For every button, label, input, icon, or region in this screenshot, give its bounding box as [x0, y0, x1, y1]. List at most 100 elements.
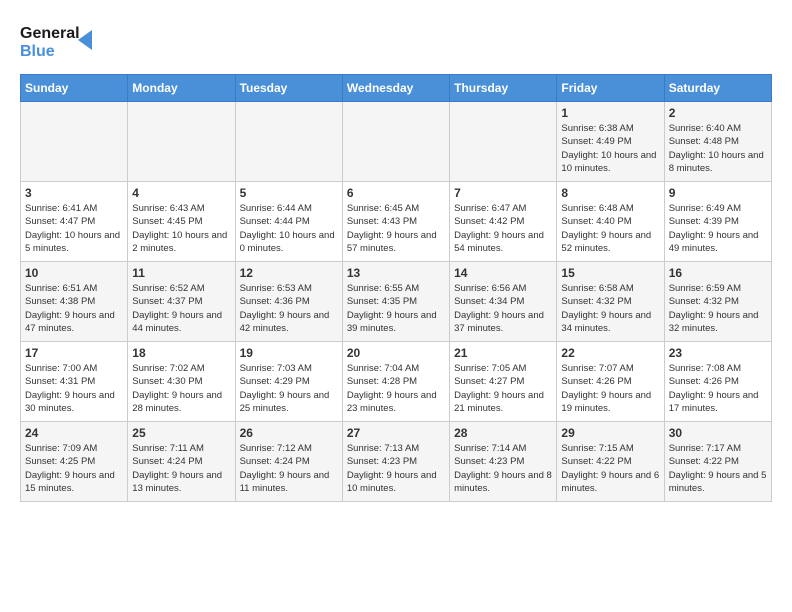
day-number: 18 — [132, 346, 230, 360]
day-info: Sunrise: 7:00 AM Sunset: 4:31 PM Dayligh… — [25, 362, 123, 415]
day-info: Sunrise: 6:56 AM Sunset: 4:34 PM Dayligh… — [454, 282, 552, 335]
calendar-cell: 5 Sunrise: 6:44 AM Sunset: 4:44 PM Daylig… — [235, 182, 342, 262]
day-header-monday: Monday — [128, 75, 235, 102]
calendar-table: SundayMondayTuesdayWednesdayThursdayFrid… — [20, 74, 772, 502]
day-info: Sunrise: 7:14 AM Sunset: 4:23 PM Dayligh… — [454, 442, 552, 495]
day-number: 21 — [454, 346, 552, 360]
day-header-wednesday: Wednesday — [342, 75, 449, 102]
calendar-cell: 21 Sunrise: 7:05 AM Sunset: 4:27 PM Dayli… — [450, 342, 557, 422]
day-info: Sunrise: 6:52 AM Sunset: 4:37 PM Dayligh… — [132, 282, 230, 335]
day-number: 26 — [240, 426, 338, 440]
day-number: 19 — [240, 346, 338, 360]
day-info: Sunrise: 7:12 AM Sunset: 4:24 PM Dayligh… — [240, 442, 338, 495]
day-number: 9 — [669, 186, 767, 200]
day-number: 1 — [561, 106, 659, 120]
svg-text:Blue: Blue — [20, 43, 55, 60]
day-number: 24 — [25, 426, 123, 440]
day-number: 5 — [240, 186, 338, 200]
day-number: 17 — [25, 346, 123, 360]
calendar-cell: 9 Sunrise: 6:49 AM Sunset: 4:39 PM Daylig… — [664, 182, 771, 262]
calendar-week-4: 17 Sunrise: 7:00 AM Sunset: 4:31 PM Dayli… — [21, 342, 772, 422]
header-row: SundayMondayTuesdayWednesdayThursdayFrid… — [21, 75, 772, 102]
day-number: 7 — [454, 186, 552, 200]
day-info: Sunrise: 6:51 AM Sunset: 4:38 PM Dayligh… — [25, 282, 123, 335]
calendar-cell: 20 Sunrise: 7:04 AM Sunset: 4:28 PM Dayli… — [342, 342, 449, 422]
calendar-cell: 24 Sunrise: 7:09 AM Sunset: 4:25 PM Dayli… — [21, 422, 128, 502]
calendar-cell: 19 Sunrise: 7:03 AM Sunset: 4:29 PM Dayli… — [235, 342, 342, 422]
day-info: Sunrise: 6:53 AM Sunset: 4:36 PM Dayligh… — [240, 282, 338, 335]
day-info: Sunrise: 6:38 AM Sunset: 4:49 PM Dayligh… — [561, 122, 659, 175]
day-info: Sunrise: 6:58 AM Sunset: 4:32 PM Dayligh… — [561, 282, 659, 335]
day-number: 3 — [25, 186, 123, 200]
logo-svg: GeneralBlue — [20, 20, 100, 64]
day-number: 13 — [347, 266, 445, 280]
day-number: 15 — [561, 266, 659, 280]
day-number: 14 — [454, 266, 552, 280]
calendar-cell: 11 Sunrise: 6:52 AM Sunset: 4:37 PM Dayli… — [128, 262, 235, 342]
calendar-cell: 12Sunrise: 6:53 AM Sunset: 4:36 PM Dayli… — [235, 262, 342, 342]
day-number: 11 — [132, 266, 230, 280]
calendar-cell: 26 Sunrise: 7:12 AM Sunset: 4:24 PM Dayli… — [235, 422, 342, 502]
day-info: Sunrise: 7:11 AM Sunset: 4:24 PM Dayligh… — [132, 442, 230, 495]
day-header-sunday: Sunday — [21, 75, 128, 102]
calendar-cell — [235, 102, 342, 182]
day-info: Sunrise: 6:47 AM Sunset: 4:42 PM Dayligh… — [454, 202, 552, 255]
day-header-tuesday: Tuesday — [235, 75, 342, 102]
day-number: 22 — [561, 346, 659, 360]
calendar-cell: 13 Sunrise: 6:55 AM Sunset: 4:35 PM Dayli… — [342, 262, 449, 342]
day-header-thursday: Thursday — [450, 75, 557, 102]
calendar-cell — [21, 102, 128, 182]
day-number: 6 — [347, 186, 445, 200]
svg-text:General: General — [20, 25, 80, 42]
day-info: Sunrise: 6:59 AM Sunset: 4:32 PM Dayligh… — [669, 282, 767, 335]
calendar-cell — [128, 102, 235, 182]
day-number: 20 — [347, 346, 445, 360]
day-header-friday: Friday — [557, 75, 664, 102]
day-number: 4 — [132, 186, 230, 200]
day-number: 2 — [669, 106, 767, 120]
logo: GeneralBlue — [20, 20, 100, 64]
day-info: Sunrise: 7:03 AM Sunset: 4:29 PM Dayligh… — [240, 362, 338, 415]
day-number: 16 — [669, 266, 767, 280]
day-info: Sunrise: 7:13 AM Sunset: 4:23 PM Dayligh… — [347, 442, 445, 495]
day-info: Sunrise: 6:41 AM Sunset: 4:47 PM Dayligh… — [25, 202, 123, 255]
day-info: Sunrise: 7:17 AM Sunset: 4:22 PM Dayligh… — [669, 442, 767, 495]
calendar-cell: 6Sunrise: 6:45 AM Sunset: 4:43 PM Daylig… — [342, 182, 449, 262]
day-info: Sunrise: 6:43 AM Sunset: 4:45 PM Dayligh… — [132, 202, 230, 255]
day-number: 28 — [454, 426, 552, 440]
calendar-week-3: 10 Sunrise: 6:51 AM Sunset: 4:38 PM Dayli… — [21, 262, 772, 342]
day-info: Sunrise: 7:09 AM Sunset: 4:25 PM Dayligh… — [25, 442, 123, 495]
day-header-saturday: Saturday — [664, 75, 771, 102]
calendar-week-1: 1 Sunrise: 6:38 AM Sunset: 4:49 PM Daylig… — [21, 102, 772, 182]
calendar-cell: 2 Sunrise: 6:40 AM Sunset: 4:48 PM Daylig… — [664, 102, 771, 182]
day-info: Sunrise: 6:40 AM Sunset: 4:48 PM Dayligh… — [669, 122, 767, 175]
day-number: 23 — [669, 346, 767, 360]
calendar-week-2: 3 Sunrise: 6:41 AM Sunset: 4:47 PM Daylig… — [21, 182, 772, 262]
calendar-cell: 15 Sunrise: 6:58 AM Sunset: 4:32 PM Dayli… — [557, 262, 664, 342]
calendar-week-5: 24 Sunrise: 7:09 AM Sunset: 4:25 PM Dayli… — [21, 422, 772, 502]
day-info: Sunrise: 7:04 AM Sunset: 4:28 PM Dayligh… — [347, 362, 445, 415]
calendar-cell: 23 Sunrise: 7:08 AM Sunset: 4:26 PM Dayli… — [664, 342, 771, 422]
day-info: Sunrise: 7:05 AM Sunset: 4:27 PM Dayligh… — [454, 362, 552, 415]
calendar-cell: 22Sunrise: 7:07 AM Sunset: 4:26 PM Dayli… — [557, 342, 664, 422]
calendar-cell: 27Sunrise: 7:13 AM Sunset: 4:23 PM Dayli… — [342, 422, 449, 502]
header: GeneralBlue — [20, 20, 772, 64]
calendar-cell: 1 Sunrise: 6:38 AM Sunset: 4:49 PM Daylig… — [557, 102, 664, 182]
day-info: Sunrise: 6:55 AM Sunset: 4:35 PM Dayligh… — [347, 282, 445, 335]
day-info: Sunrise: 6:48 AM Sunset: 4:40 PM Dayligh… — [561, 202, 659, 255]
day-number: 25 — [132, 426, 230, 440]
day-number: 10 — [25, 266, 123, 280]
calendar-cell: 30 Sunrise: 7:17 AM Sunset: 4:22 PM Dayli… — [664, 422, 771, 502]
day-number: 30 — [669, 426, 767, 440]
calendar-cell: 25 Sunrise: 7:11 AM Sunset: 4:24 PM Dayli… — [128, 422, 235, 502]
day-info: Sunrise: 7:08 AM Sunset: 4:26 PM Dayligh… — [669, 362, 767, 415]
day-info: Sunrise: 6:44 AM Sunset: 4:44 PM Dayligh… — [240, 202, 338, 255]
calendar-cell: 14 Sunrise: 6:56 AM Sunset: 4:34 PM Dayli… — [450, 262, 557, 342]
calendar-cell: 17 Sunrise: 7:00 AM Sunset: 4:31 PM Dayli… — [21, 342, 128, 422]
calendar-cell: 7 Sunrise: 6:47 AM Sunset: 4:42 PM Daylig… — [450, 182, 557, 262]
calendar-cell: 10 Sunrise: 6:51 AM Sunset: 4:38 PM Dayli… — [21, 262, 128, 342]
calendar-cell: 4 Sunrise: 6:43 AM Sunset: 4:45 PM Daylig… — [128, 182, 235, 262]
day-info: Sunrise: 6:49 AM Sunset: 4:39 PM Dayligh… — [669, 202, 767, 255]
calendar-cell — [342, 102, 449, 182]
calendar-cell: 18Sunrise: 7:02 AM Sunset: 4:30 PM Dayli… — [128, 342, 235, 422]
